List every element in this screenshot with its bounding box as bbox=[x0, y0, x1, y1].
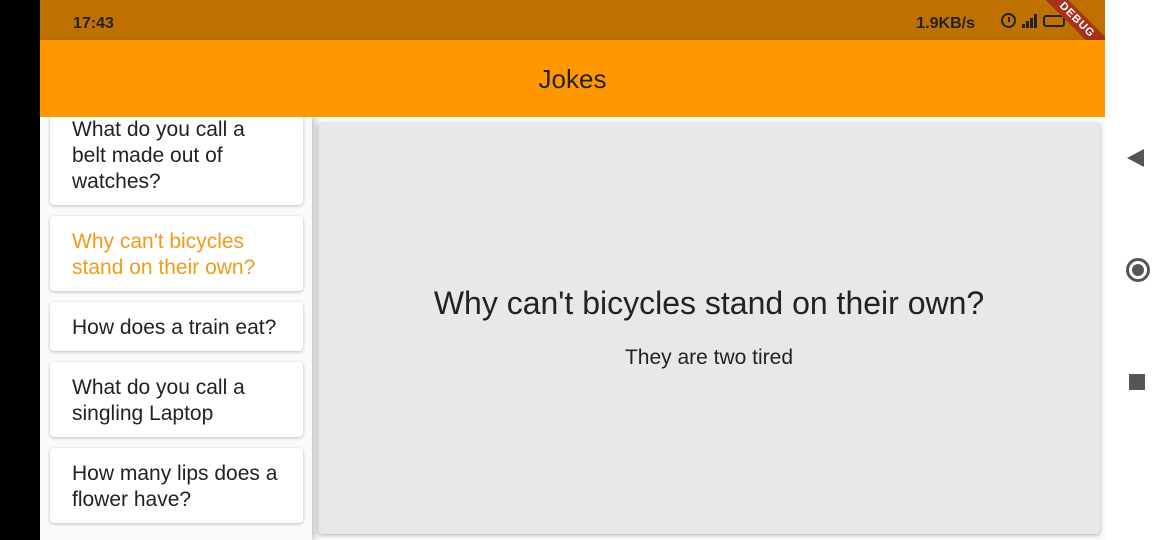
status-bar: 17:43 1.9KB/s DEBUG bbox=[40, 0, 1119, 62]
joke-card[interactable]: How many lips does a flower have? bbox=[50, 448, 303, 523]
detail-question: Why can't bicycles stand on their own? bbox=[433, 285, 985, 321]
joke-card[interactable]: What do you call a singling Laptop bbox=[50, 362, 303, 437]
back-icon[interactable] bbox=[1127, 149, 1144, 167]
joke-detail-panel: Why can't bicycles stand on their own? T… bbox=[318, 123, 1100, 534]
app-bar: Jokes bbox=[40, 40, 1105, 117]
signal-icon bbox=[1022, 13, 1037, 28]
recents-icon[interactable] bbox=[1129, 374, 1145, 390]
joke-card[interactable]: What do you call a belt made out of watc… bbox=[50, 117, 303, 205]
home-icon[interactable] bbox=[1126, 258, 1150, 282]
joke-card[interactable]: How does a train eat? bbox=[50, 302, 303, 351]
detail-answer: They are two tired bbox=[624, 346, 794, 369]
joke-list[interactable]: What do you call a belt made out of watc… bbox=[40, 117, 312, 540]
status-time: 17:43 bbox=[73, 15, 114, 32]
joke-card-selected[interactable]: Why can't bicycles stand on their own? bbox=[50, 216, 303, 291]
app-title: Jokes bbox=[538, 64, 607, 94]
network-speed: 1.9KB/s bbox=[916, 15, 975, 32]
navigation-bar bbox=[1105, 0, 1170, 540]
content-area: What do you call a belt made out of watc… bbox=[40, 117, 1105, 540]
alarm-icon bbox=[1001, 13, 1016, 28]
screen-bezel bbox=[0, 0, 40, 540]
status-icons bbox=[1001, 13, 1065, 28]
